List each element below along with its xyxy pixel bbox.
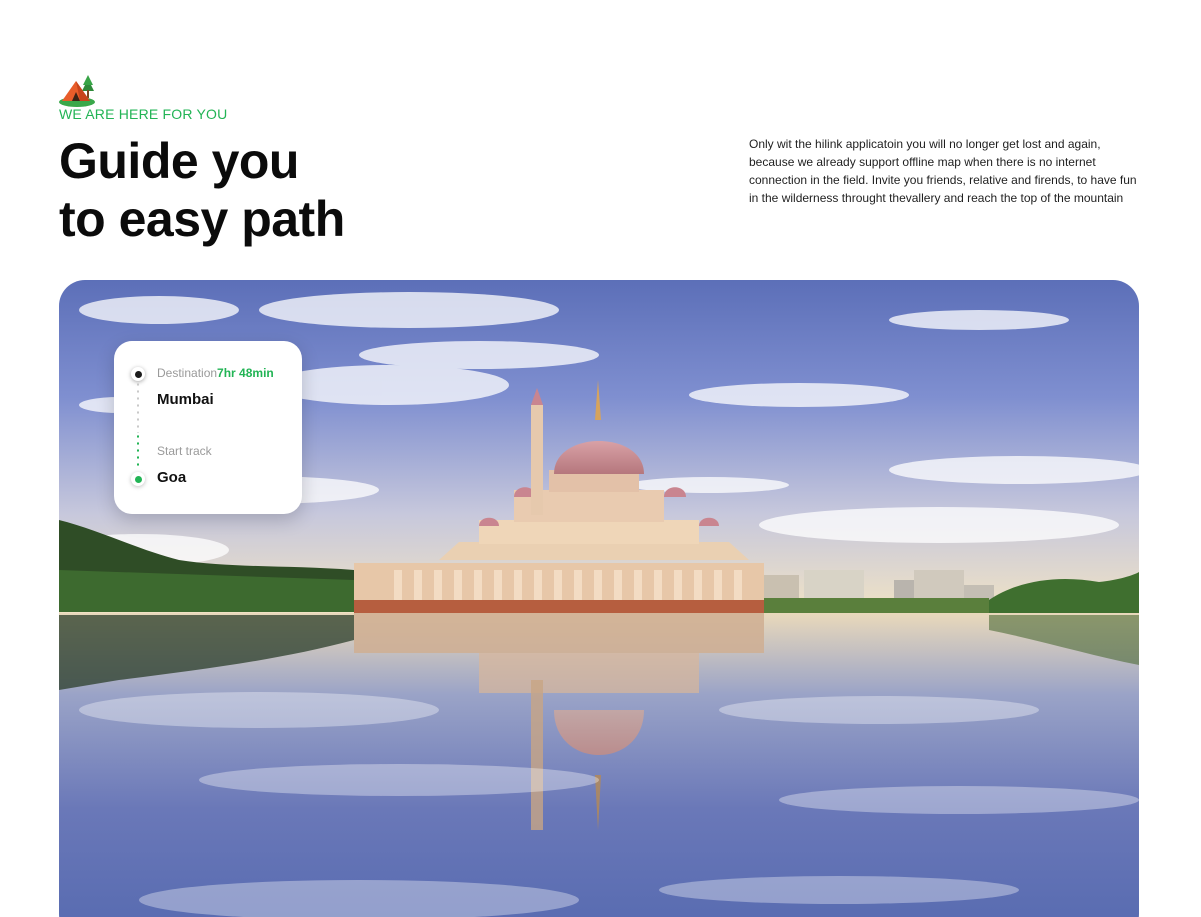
route-dotted-line [137,381,139,433]
destination-label: Destination [157,366,218,380]
route-card: Destination7hr 48min Mumbai Start track … [114,341,302,514]
start-marker-icon [131,472,145,486]
page: WE ARE HERE FOR YOU Guide you to easy pa… [0,0,1201,917]
page-title: Guide you to easy path [59,132,345,248]
page-title-line-2: to easy path [59,191,345,247]
trip-duration: 7hr 48min [217,366,274,380]
start-name: Goa [157,469,187,486]
destination-name: Mumbai [157,391,214,408]
description-text: Only wit the hilink applicatoin you will… [749,137,1137,205]
route-progress-line [137,433,139,469]
page-title-line-1: Guide you [59,133,299,189]
start-label: Start track [157,444,212,458]
destination-label-row: Destination7hr 48min [157,366,274,380]
eyebrow-text: WE ARE HERE FOR YOU [59,106,228,122]
destination-marker-icon [131,367,145,381]
camping-tent-icon [58,73,98,109]
